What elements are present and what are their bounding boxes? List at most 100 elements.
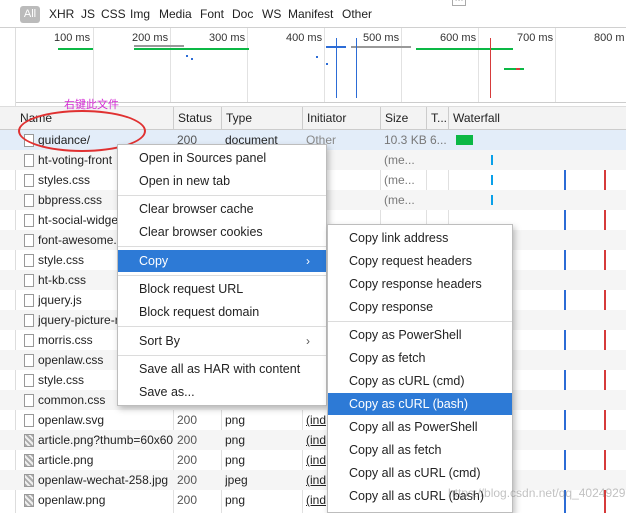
file-icon bbox=[24, 194, 34, 207]
copy-as-fetch[interactable]: Copy as fetch bbox=[328, 347, 512, 369]
overview-bar bbox=[416, 48, 478, 50]
copy-submenu: Copy link address Copy request headers C… bbox=[327, 224, 513, 513]
file-icon bbox=[24, 214, 34, 227]
overview-tick-label: 600 ms bbox=[440, 32, 477, 44]
file-icon bbox=[24, 254, 34, 267]
column-header-initiator[interactable]: Initiator bbox=[302, 107, 380, 130]
filter-media[interactable]: Media bbox=[159, 7, 192, 21]
file-icon bbox=[24, 354, 34, 367]
filter-img[interactable]: Img bbox=[130, 7, 150, 21]
menu-save-har[interactable]: Save all as HAR with content bbox=[118, 358, 326, 380]
file-icon bbox=[24, 314, 34, 327]
filter-all[interactable]: All bbox=[20, 6, 40, 23]
cell-size: 10.3 KB bbox=[384, 133, 427, 147]
waterfall-bar bbox=[491, 195, 493, 205]
file-icon bbox=[24, 394, 34, 407]
copy-as-curl-cmd[interactable]: Copy as cURL (cmd) bbox=[328, 370, 512, 392]
column-header-status[interactable]: Status bbox=[173, 107, 221, 130]
file-icon bbox=[24, 454, 34, 467]
menu-open-in-sources[interactable]: Open in Sources panel bbox=[118, 147, 326, 169]
table-row[interactable]: openlaw.svg 200 png (ind bbox=[0, 410, 626, 430]
overview-dot bbox=[186, 55, 188, 57]
overview-tick-label: 400 ms bbox=[286, 32, 323, 44]
filter-other[interactable]: Other bbox=[342, 7, 372, 21]
cell-type: png bbox=[225, 453, 246, 467]
chevron-right-icon: › bbox=[306, 334, 310, 348]
timeline-overview[interactable]: 100 ms 200 ms 300 ms 400 ms 500 ms 600 m… bbox=[16, 28, 626, 103]
overview-tick-label: 500 ms bbox=[363, 32, 400, 44]
menu-clear-cookies[interactable]: Clear browser cookies bbox=[118, 221, 326, 243]
menu-sort-by[interactable]: Sort By › bbox=[118, 330, 326, 352]
file-icon bbox=[24, 274, 34, 287]
column-header-time[interactable]: T... bbox=[426, 107, 448, 130]
copy-all-as-fetch[interactable]: Copy all as fetch bbox=[328, 439, 512, 461]
copy-as-curl-bash[interactable]: Copy as cURL (bash) bbox=[328, 393, 512, 415]
overview-dom-marker bbox=[356, 38, 357, 98]
cell-type: png bbox=[225, 413, 246, 427]
cell-size: (me... bbox=[384, 173, 415, 187]
menu-copy[interactable]: Copy › bbox=[118, 250, 326, 272]
cell-time bbox=[430, 170, 450, 190]
menu-separator bbox=[118, 355, 326, 356]
overview-gridline bbox=[324, 28, 325, 102]
overview-gridline bbox=[93, 28, 94, 102]
overview-gridline bbox=[170, 28, 171, 102]
overview-tick-label: 100 ms bbox=[54, 32, 91, 44]
overview-dot bbox=[326, 63, 328, 65]
m-box: M bbox=[452, 0, 466, 6]
table-row[interactable]: article.png 200 png (ind bbox=[0, 450, 626, 470]
cell-type: png bbox=[225, 493, 246, 507]
file-icon bbox=[24, 434, 34, 447]
menu-sort-by-label: Sort By bbox=[139, 334, 180, 348]
copy-response-headers[interactable]: Copy response headers bbox=[328, 273, 512, 295]
overview-tick-label: 300 ms bbox=[209, 32, 246, 44]
overview-bar bbox=[516, 68, 520, 70]
cell-time bbox=[430, 150, 450, 170]
filter-doc[interactable]: Doc bbox=[232, 7, 253, 21]
file-icon bbox=[24, 334, 34, 347]
overview-dot bbox=[316, 56, 318, 58]
filter-ws[interactable]: WS bbox=[262, 7, 281, 21]
file-icon bbox=[24, 414, 34, 427]
overview-dom-marker bbox=[336, 38, 337, 98]
filter-xhr[interactable]: XHR bbox=[49, 7, 74, 21]
cell-status: 200 bbox=[177, 453, 198, 467]
column-header-size[interactable]: Size bbox=[380, 107, 426, 130]
copy-all-as-powershell[interactable]: Copy all as PowerShell bbox=[328, 416, 512, 438]
filter-font[interactable]: Font bbox=[200, 7, 224, 21]
filter-js[interactable]: JS bbox=[81, 7, 95, 21]
cell-status: 200 bbox=[177, 413, 198, 427]
overview-bar bbox=[58, 48, 93, 50]
cell-name: openlaw.png bbox=[38, 493, 106, 507]
filter-css[interactable]: CSS bbox=[101, 7, 126, 21]
copy-all-as-curl-cmd[interactable]: Copy all as cURL (cmd) bbox=[328, 462, 512, 484]
column-header-type[interactable]: Type bbox=[221, 107, 302, 130]
overview-tick-label: 800 m bbox=[594, 32, 625, 44]
file-icon bbox=[24, 234, 34, 247]
menu-open-in-new-tab[interactable]: Open in new tab bbox=[118, 170, 326, 192]
copy-request-headers[interactable]: Copy request headers bbox=[328, 250, 512, 272]
copy-link-address[interactable]: Copy link address bbox=[328, 227, 512, 249]
menu-separator bbox=[118, 195, 326, 196]
menu-clear-cache[interactable]: Clear browser cache bbox=[118, 198, 326, 220]
watermark: https://blog.csdn.net/qq_40249295 bbox=[448, 486, 626, 500]
file-icon bbox=[24, 154, 34, 167]
menu-block-url[interactable]: Block request URL bbox=[118, 278, 326, 300]
cell-size: (me... bbox=[384, 193, 415, 207]
copy-as-powershell[interactable]: Copy as PowerShell bbox=[328, 324, 512, 346]
table-row[interactable]: article.png?thumb=60x60 200 png (ind bbox=[0, 430, 626, 450]
column-header-waterfall[interactable]: Waterfall bbox=[448, 107, 626, 130]
cell-time bbox=[430, 190, 450, 210]
overview-tick-label: 200 ms bbox=[132, 32, 169, 44]
cell-type: png bbox=[225, 433, 246, 447]
cell-status: 200 bbox=[177, 473, 198, 487]
context-menu: Open in Sources panel Open in new tab Cl… bbox=[117, 144, 327, 406]
menu-separator bbox=[118, 246, 326, 247]
overview-bar bbox=[504, 68, 524, 70]
menu-save-as[interactable]: Save as... bbox=[118, 381, 326, 403]
waterfall-bar bbox=[491, 175, 493, 185]
menu-block-domain[interactable]: Block request domain bbox=[118, 301, 326, 323]
copy-response[interactable]: Copy response bbox=[328, 296, 512, 318]
file-icon bbox=[24, 294, 34, 307]
filter-manifest[interactable]: Manifest bbox=[288, 7, 333, 21]
